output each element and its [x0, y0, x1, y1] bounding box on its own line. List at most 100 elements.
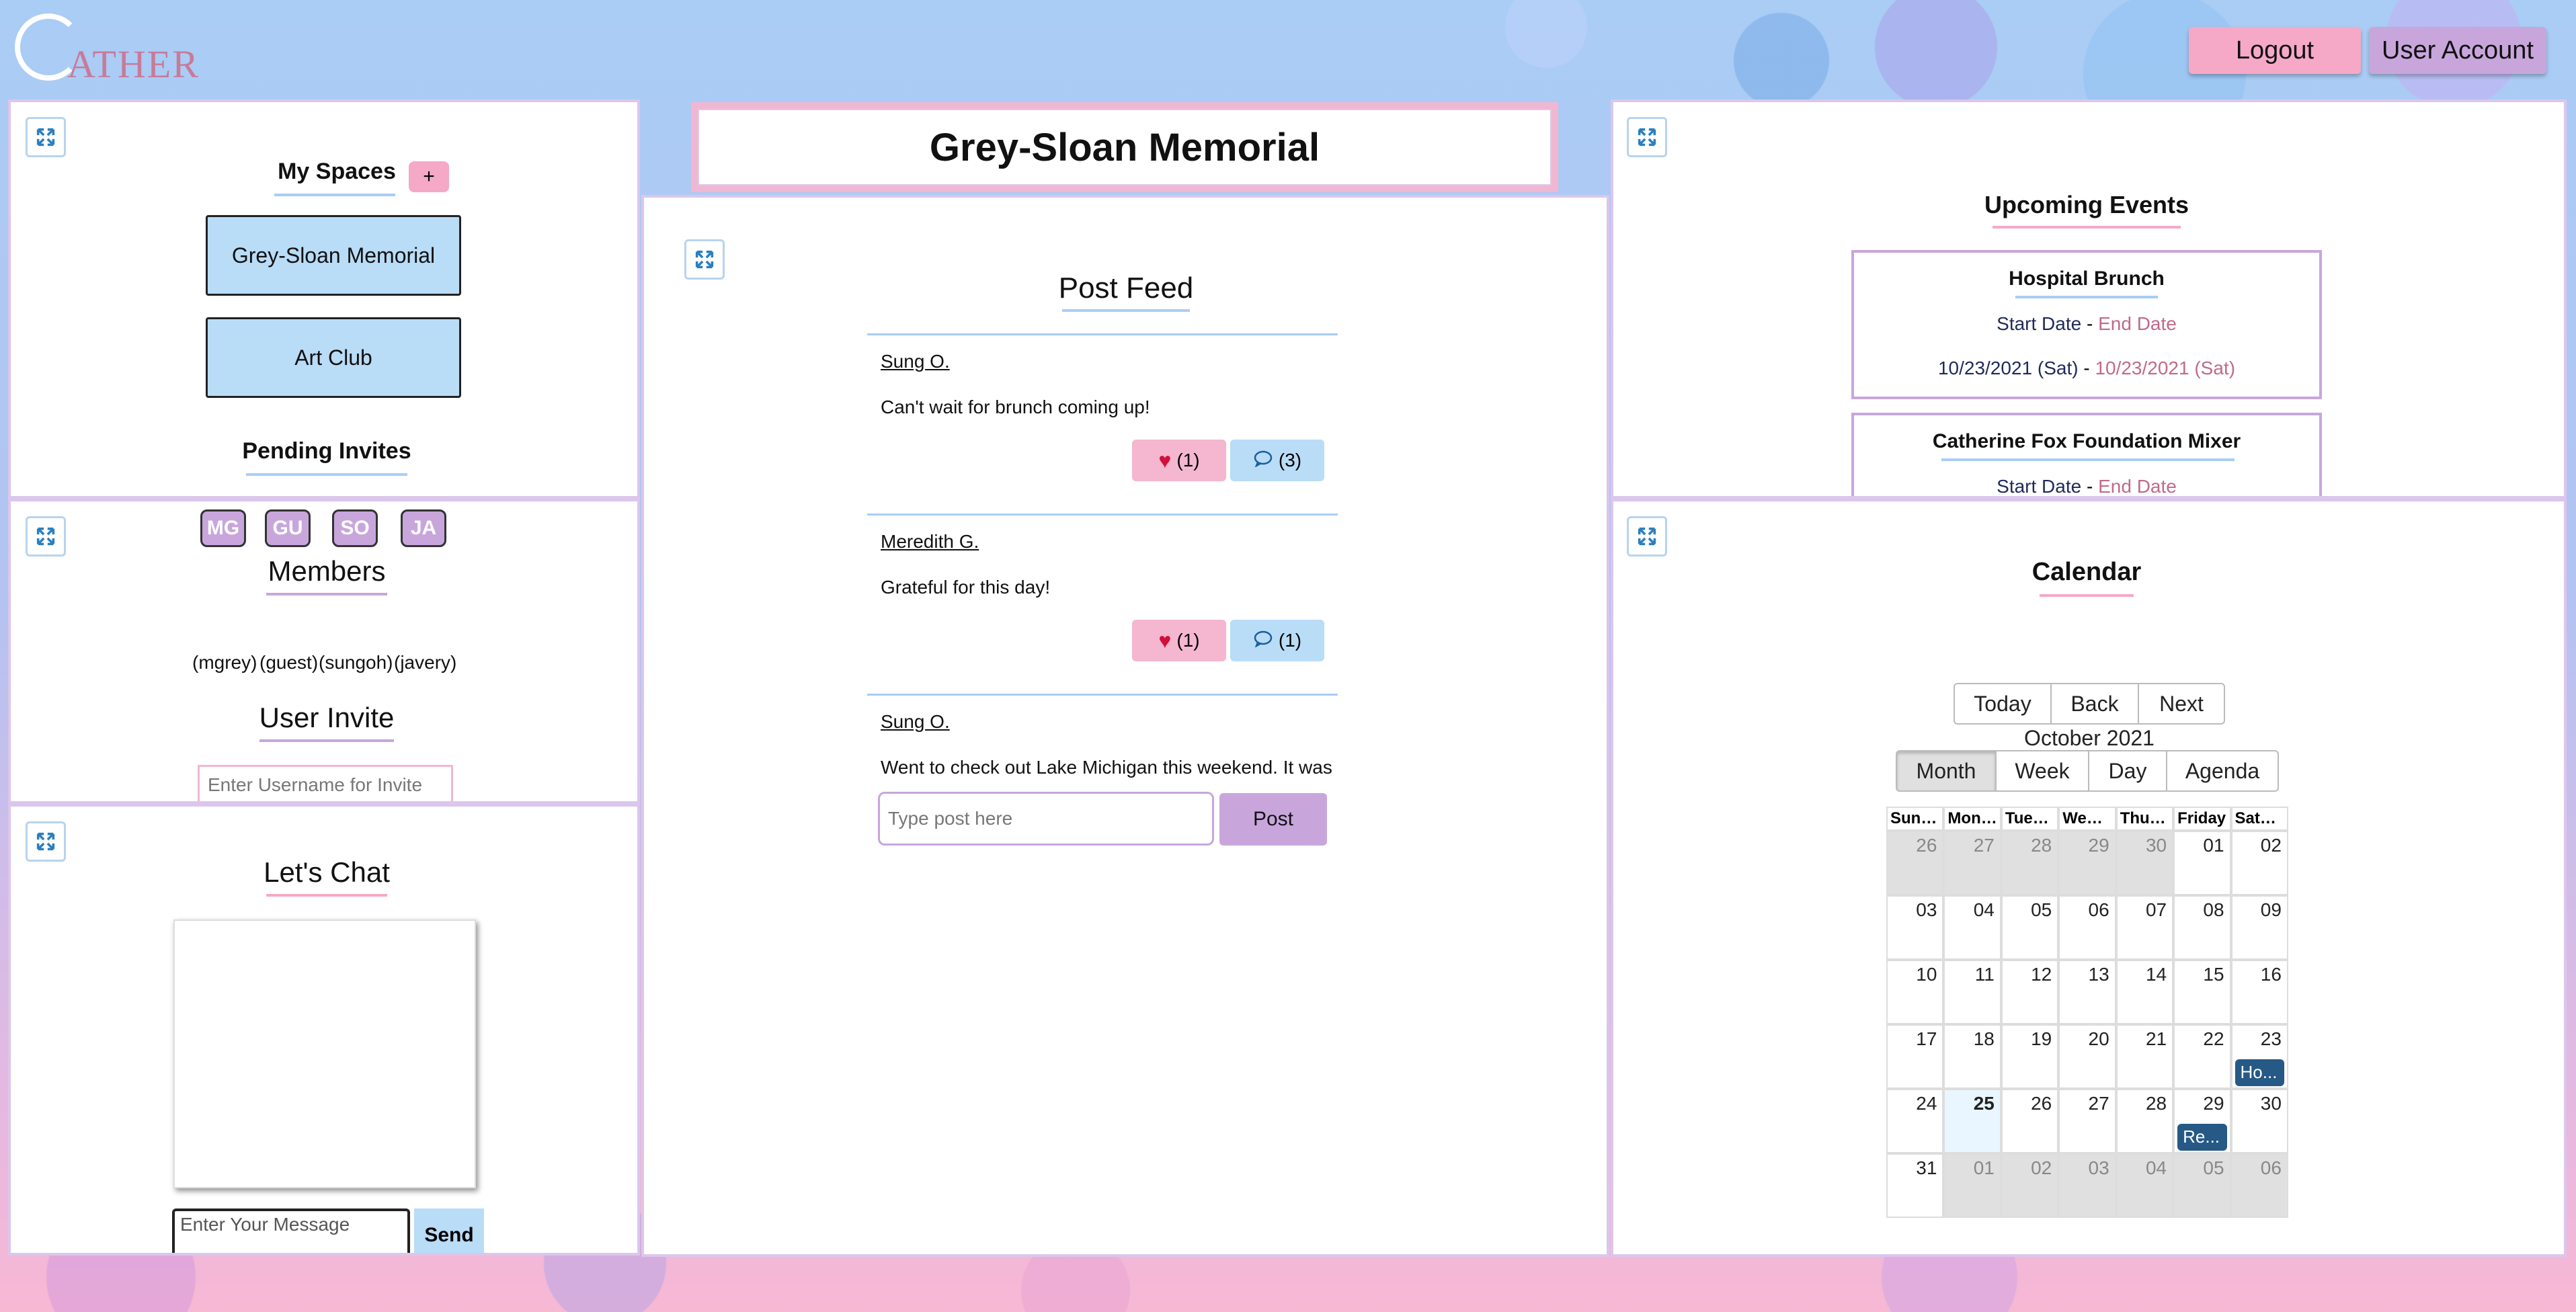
calendar-day-cell[interactable]: 01	[2173, 831, 2231, 895]
calendar-day-cell[interactable]: 14	[2116, 960, 2174, 1024]
calendar-day-cell[interactable]: 20	[2058, 1024, 2116, 1089]
calendar-day-cell[interactable]: 29 Re...	[2173, 1089, 2231, 1153]
calendar-day-cell[interactable]: 30	[2116, 831, 2174, 895]
calendar-day-number: 05	[2031, 899, 2052, 920]
post-author[interactable]: Meredith G.	[881, 531, 979, 552]
calendar-day-number: 08	[2203, 899, 2224, 920]
expand-icon[interactable]	[26, 516, 66, 557]
avatar-so[interactable]: SO	[332, 509, 378, 547]
calendar-day-number: 24	[1916, 1093, 1937, 1114]
calendar-day-number: 16	[2260, 964, 2282, 985]
calendar-day-cell[interactable]: 04	[2116, 1153, 2174, 1218]
members-panel: Members User Invite Enter Username for I…	[8, 499, 640, 804]
calendar-day-cell[interactable]: 16	[2230, 960, 2288, 1024]
calendar-today-button[interactable]: Today	[1954, 683, 2052, 725]
calendar-day-cell[interactable]: 08	[2173, 895, 2231, 960]
post-input[interactable]: Type post here	[878, 792, 1214, 846]
calendar-next-button[interactable]: Next	[2138, 683, 2225, 725]
calendar-day-number: 17	[1916, 1028, 1937, 1049]
calendar-event-chip[interactable]: Re...	[2177, 1124, 2227, 1151]
calendar-day-cell[interactable]: 02	[2001, 1153, 2059, 1218]
calendar-view-month[interactable]: Month	[1896, 750, 1997, 792]
calendar-day-cell[interactable]: 05	[2173, 1153, 2231, 1218]
calendar-day-cell[interactable]: 28	[2116, 1089, 2174, 1153]
expand-icon[interactable]	[1627, 516, 1667, 557]
calendar-day-cell[interactable]: 28	[2001, 831, 2059, 895]
calendar-day-cell[interactable]: 03	[1886, 895, 1944, 960]
calendar-view-week[interactable]: Week	[1995, 750, 2089, 792]
calendar-day-cell[interactable]: 06	[2230, 1153, 2288, 1218]
post-author[interactable]: Sung O.	[881, 711, 950, 733]
calendar-day-cell[interactable]: 24	[1886, 1089, 1944, 1153]
calendar-day-cell[interactable]: 07	[2116, 895, 2174, 960]
calendar-day-cell[interactable]: 12	[2001, 960, 2059, 1024]
invite-username-input[interactable]: Enter Username for Invite	[198, 765, 453, 801]
calendar-week-row: 10 11 12 13 14 15 16	[1886, 960, 2288, 1024]
calendar-day-cell[interactable]: 27	[1943, 831, 2001, 895]
space-title: Grey-Sloan Memorial	[929, 125, 1320, 169]
send-button[interactable]: Send	[414, 1208, 484, 1253]
calendar-day-cell[interactable]: 10	[1886, 960, 1944, 1024]
calendar-day-cell[interactable]: 01	[1943, 1153, 2001, 1218]
calendar-day-cell[interactable]: 27	[2058, 1089, 2116, 1153]
comment-button[interactable]: (1)	[1230, 620, 1324, 661]
calendar-day-cell[interactable]: 22	[2173, 1024, 2231, 1089]
members-title: Members	[268, 555, 386, 587]
space-button-grey-sloan[interactable]: Grey-Sloan Memorial	[206, 215, 461, 296]
avatar-gu[interactable]: GU	[265, 509, 311, 547]
calendar-day-number: 22	[2203, 1028, 2224, 1049]
user-account-button[interactable]: User Account	[2369, 27, 2546, 74]
calendar-day-cell[interactable]: 23 Ho...	[2230, 1024, 2288, 1089]
avatar-mg[interactable]: MG	[200, 509, 246, 547]
expand-icon[interactable]	[1627, 117, 1667, 157]
calendar-day-cell[interactable]: 02	[2230, 831, 2288, 895]
calendar-day-cell[interactable]: 09	[2230, 895, 2288, 960]
calendar-day-cell[interactable]: 05	[2001, 895, 2059, 960]
calendar-day-cell[interactable]: 13	[2058, 960, 2116, 1024]
calendar-day-cell[interactable]: 25	[1943, 1089, 2001, 1153]
calendar-day-cell[interactable]: 30	[2230, 1089, 2288, 1153]
like-button[interactable]: ♥ (1)	[1132, 620, 1226, 661]
calendar-back-button[interactable]: Back	[2050, 683, 2139, 725]
event-card[interactable]: Hospital Brunch Start Date - End Date 10…	[1851, 250, 2322, 399]
calendar-day-cell[interactable]: 26	[2001, 1089, 2059, 1153]
calendar-day-number: 19	[2031, 1028, 2052, 1049]
calendar-month-label: October 2021	[2024, 726, 2155, 750]
calendar-day-number: 14	[2145, 964, 2167, 985]
calendar-day-cell[interactable]: 03	[2058, 1153, 2116, 1218]
calendar-event-chip[interactable]: Ho...	[2235, 1059, 2284, 1086]
like-button[interactable]: ♥ (1)	[1132, 440, 1226, 481]
logo-text: ATHER	[67, 42, 200, 86]
avatar-ja[interactable]: JA	[401, 509, 446, 547]
chat-message-input[interactable]: Enter Your Message	[172, 1208, 410, 1253]
my-spaces-panel: My Spaces + Grey-Sloan Memorial Art Club…	[8, 99, 640, 499]
add-space-button[interactable]: +	[409, 161, 449, 192]
expand-icon[interactable]	[26, 821, 66, 862]
calendar-day-cell[interactable]: 26	[1886, 831, 1944, 895]
calendar-day-cell[interactable]: 29	[2058, 831, 2116, 895]
calendar-day-cell[interactable]: 18	[1943, 1024, 2001, 1089]
calendar-view-agenda[interactable]: Agenda	[2166, 750, 2279, 792]
space-button-art-club[interactable]: Art Club	[206, 317, 461, 398]
calendar-day-cell[interactable]: 19	[2001, 1024, 2059, 1089]
logout-button[interactable]: Logout	[2189, 27, 2361, 74]
calendar-day-number: 29	[2088, 835, 2109, 856]
calendar-day-cell[interactable]: 04	[1943, 895, 2001, 960]
post-button[interactable]: Post	[1219, 793, 1327, 846]
event-card[interactable]: Catherine Fox Foundation Mixer Start Dat…	[1851, 413, 2322, 497]
calendar-view-day[interactable]: Day	[2088, 750, 2167, 792]
member-username: (mgrey)	[192, 652, 257, 673]
post-author[interactable]: Sung O.	[881, 351, 950, 372]
expand-icon[interactable]	[26, 117, 66, 157]
calendar-day-number: 15	[2203, 964, 2224, 985]
comment-button[interactable]: (3)	[1230, 440, 1324, 481]
event-date-labels: Start Date - End Date	[1997, 313, 2177, 334]
member-username: (sungoh)	[319, 652, 393, 673]
calendar-day-cell[interactable]: 11	[1943, 960, 2001, 1024]
calendar-day-cell[interactable]: 06	[2058, 895, 2116, 960]
calendar-day-cell[interactable]: 21	[2116, 1024, 2174, 1089]
calendar-day-cell[interactable]: 31	[1886, 1153, 1944, 1218]
calendar-day-cell[interactable]: 15	[2173, 960, 2231, 1024]
calendar-day-cell[interactable]: 17	[1886, 1024, 1944, 1089]
expand-icon[interactable]	[684, 239, 725, 280]
